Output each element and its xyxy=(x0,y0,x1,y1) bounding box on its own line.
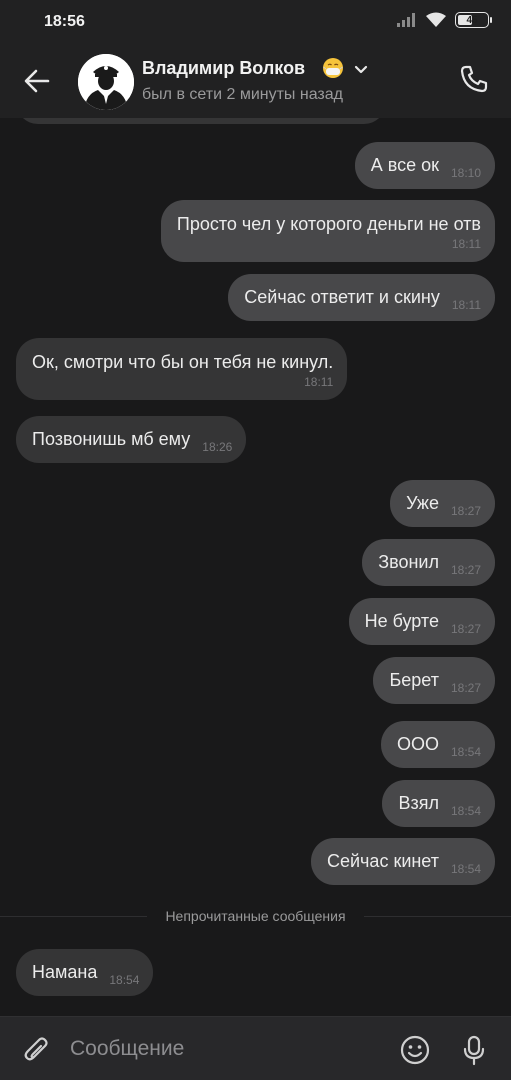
status-bar: 18:56 45 xyxy=(0,0,511,42)
paperclip-icon xyxy=(24,1037,48,1061)
message-text: Позвонишь мб ему xyxy=(32,429,191,449)
chat-header: Владимир Волков был в сети 2 минуты наза… xyxy=(0,42,511,118)
status-icons: 45 xyxy=(397,12,492,28)
message-bubble-outgoing[interactable]: Берет 18:27 xyxy=(373,657,495,704)
avatar[interactable] xyxy=(78,54,134,110)
message-text: Намана xyxy=(32,962,98,982)
officer-avatar-icon xyxy=(78,54,134,110)
chevron-down-icon[interactable] xyxy=(352,60,370,78)
message-bubble-outgoing[interactable]: Взял 18:54 xyxy=(382,780,495,827)
status-time: 18:56 xyxy=(44,13,85,30)
message-time: 18:54 xyxy=(450,861,481,876)
message-bubble-incoming[interactable]: Позвонишь мб ему 18:26 xyxy=(16,416,247,463)
message-bubble-outgoing[interactable]: Просто чел у которого деньги не отв 18:1… xyxy=(160,200,495,262)
message-bubble-outgoing[interactable]: А все ок 18:10 xyxy=(354,142,495,189)
message-text: Ок, смотри что бы он тебя не кинул. xyxy=(32,351,334,372)
mask-face-emoji-icon xyxy=(323,58,343,78)
unread-divider-label: Непрочитанные сообщения xyxy=(165,908,346,924)
message-time: 18:54 xyxy=(450,744,481,759)
smile-icon xyxy=(400,1035,430,1065)
message-text: Берет xyxy=(389,670,439,690)
signal-icon xyxy=(397,13,415,27)
divider-line xyxy=(363,915,511,917)
message-text: Просто чел у которого деньги не отв xyxy=(176,213,481,234)
message-bubble-outgoing[interactable]: Сейчас ответит и скину 18:11 xyxy=(228,274,495,321)
voice-message-button[interactable] xyxy=(455,1031,493,1069)
message-time: 18:27 xyxy=(450,562,481,577)
message-bubble-outgoing[interactable]: Не бурте 18:27 xyxy=(348,598,495,645)
wifi-icon xyxy=(426,12,446,27)
message-time: 18:11 xyxy=(304,374,334,389)
emoji-button[interactable] xyxy=(396,1031,434,1069)
message-bubble-outgoing[interactable]: Звонил 18:27 xyxy=(362,539,495,586)
message-text: ООО xyxy=(396,734,439,754)
message-bubble-outgoing[interactable]: Сейчас кинет 18:54 xyxy=(310,838,495,885)
back-button[interactable] xyxy=(18,62,56,100)
message-time: 18:11 xyxy=(451,297,481,312)
message-time: 18:26 xyxy=(202,439,233,454)
phone-icon xyxy=(460,65,488,93)
battery-level: 45 xyxy=(466,14,478,26)
contact-name[interactable]: Владимир Волков xyxy=(142,58,305,79)
unread-messages-divider: Непрочитанные сообщения xyxy=(0,906,511,926)
message-text: Сейчас кинет xyxy=(326,851,439,871)
message-list[interactable]: А все ок 18:10 Просто чел у которого ден… xyxy=(0,118,511,1016)
call-button[interactable] xyxy=(455,60,493,98)
message-bubble-outgoing[interactable]: Уже 18:27 xyxy=(390,480,495,527)
battery-icon: 45 xyxy=(455,12,492,28)
message-time: 18:27 xyxy=(450,621,481,636)
message-bubble-incoming[interactable]: Ок, смотри что бы он тебя не кинул. 18:1… xyxy=(16,338,348,400)
message-time: 18:54 xyxy=(109,972,140,987)
message-time: 18:10 xyxy=(450,165,481,180)
attach-button[interactable] xyxy=(18,1031,56,1069)
message-time: 18:27 xyxy=(450,503,481,518)
message-input[interactable] xyxy=(70,1029,380,1069)
message-bubble-outgoing[interactable]: ООО 18:54 xyxy=(380,721,495,768)
back-arrow-icon xyxy=(24,69,50,93)
message-time: 18:27 xyxy=(450,680,481,695)
message-text: Взял xyxy=(398,793,439,813)
message-time: 18:11 xyxy=(451,236,481,251)
divider-line xyxy=(0,915,148,917)
last-seen-status: был в сети 2 минуты назад xyxy=(142,86,343,103)
message-bubble-partial xyxy=(16,118,386,124)
message-bubble-incoming[interactable]: Намана 18:54 xyxy=(16,949,154,996)
message-text: Сейчас ответит и скину xyxy=(244,287,440,307)
microphone-icon xyxy=(463,1035,485,1066)
message-text: Не бурте xyxy=(364,611,439,631)
message-time: 18:54 xyxy=(450,803,481,818)
message-text: Уже xyxy=(406,493,439,513)
message-text: А все ок xyxy=(370,155,439,175)
message-composer xyxy=(0,1016,511,1080)
message-text: Звонил xyxy=(378,552,439,572)
